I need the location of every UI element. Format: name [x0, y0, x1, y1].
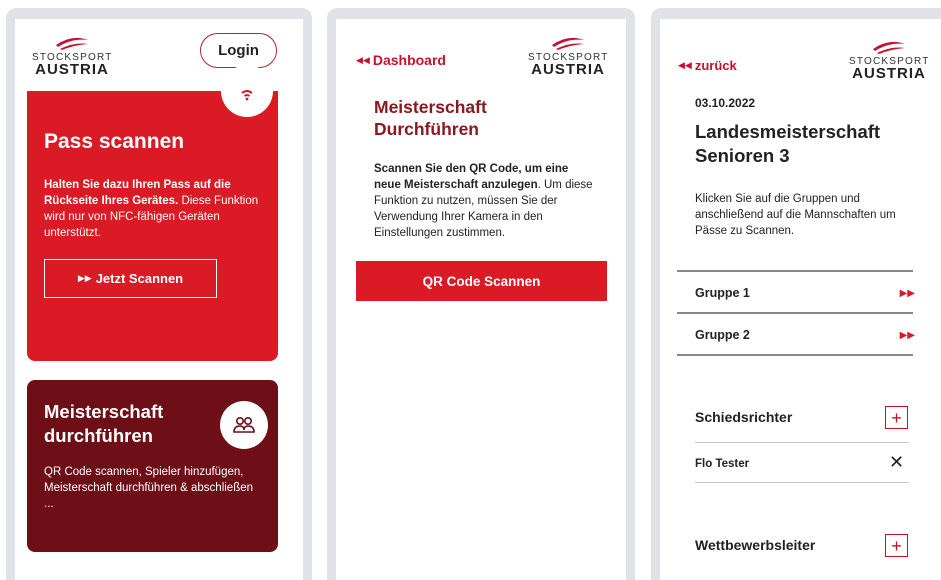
event-title: Landesmeisterschaft Senioren 3 [695, 120, 925, 168]
group-label: Gruppe 2 [695, 328, 750, 342]
group-row-1[interactable]: Gruppe 1 ▶▶ [695, 282, 915, 304]
meisterschaft-card-title-line2: durchführen [44, 425, 153, 446]
divider [677, 270, 913, 272]
plus-icon: + [891, 535, 902, 556]
instructions-text: Scannen Sie den QR Code, um eine neue Me… [374, 161, 596, 241]
event-title-line1: Landesmeisterschaft [695, 121, 881, 142]
back-to-dashboard-label: Dashboard [372, 52, 446, 68]
event-instructions: Klicken Sie auf die Gruppen und anschlie… [695, 193, 896, 237]
page-title: Meisterschaft Durchführen [374, 96, 574, 140]
meisterschaft-card-title-line1: Meisterschaft [44, 401, 164, 422]
logo-swoosh-icon [873, 41, 905, 54]
page-title-line2: Durchführen [374, 119, 479, 139]
double-arrow-icon: ▶▶ [899, 287, 915, 299]
plus-icon: + [891, 407, 902, 428]
login-button[interactable]: Login [200, 33, 277, 68]
pass-card-title: Pass scannen [44, 130, 185, 153]
stocksport-austria-logo: STOCKSPORT AUSTRIA [32, 36, 112, 78]
stocksport-austria-logo: STOCKSPORT AUSTRIA [849, 40, 929, 82]
divider [695, 442, 909, 443]
divider [695, 482, 909, 483]
referee-section-label: Schiedsrichter [695, 409, 793, 425]
event-date: 03.10.2022 [695, 96, 756, 110]
stocksport-austria-logo: STOCKSPORT AUSTRIA [528, 36, 608, 78]
divider [677, 312, 913, 314]
jetzt-scannen-label: Jetzt Scannen [95, 271, 184, 286]
meisterschaft-card-ellipsis: ... [44, 498, 54, 510]
nfc-icon [221, 65, 273, 117]
logo-text-bottom: AUSTRIA [35, 61, 109, 78]
add-competition-leader-button[interactable]: + [885, 534, 908, 557]
meisterschaft-card-text: QR Code scannen, Spieler hinzufügen, Mei… [44, 466, 254, 494]
jetzt-scannen-button[interactable]: ▶▶ Jetzt Scannen [44, 259, 217, 298]
group-row-2[interactable]: Gruppe 2 ▶▶ [695, 324, 915, 346]
remove-referee-icon[interactable]: ✕ [889, 452, 904, 473]
referee-name: Flo Tester [695, 458, 750, 470]
pass-scan-card[interactable]: Pass scannen Halten Sie dazu Ihren Pass … [27, 65, 278, 361]
meisterschaft-card-title: Meisterschaft durchführen [44, 400, 163, 448]
qr-code-scan-button[interactable]: QR Code Scannen [356, 261, 607, 301]
group-label: Gruppe 1 [695, 286, 750, 300]
event-title-line2: Senioren 3 [695, 145, 790, 166]
divider [677, 354, 913, 356]
add-referee-button[interactable]: + [885, 406, 908, 429]
logo-swoosh-icon [552, 37, 584, 50]
logo-text-bottom: AUSTRIA [531, 61, 605, 78]
logo-text-bottom: AUSTRIA [852, 65, 926, 82]
back-arrow-icon: ◀◀ [356, 54, 370, 65]
pass-card-text: Halten Sie dazu Ihren Pass auf die Rücks… [44, 177, 266, 241]
double-arrow-icon: ▶▶ [899, 329, 915, 341]
back-label: zurück [694, 58, 737, 73]
double-arrow-icon: ▶▶ [77, 273, 92, 283]
back-link[interactable]: ◀◀ zurück [678, 58, 737, 73]
back-to-dashboard-link[interactable]: ◀◀ Dashboard [356, 52, 446, 68]
competition-leader-section-label: Wettbewerbsleiter [695, 537, 816, 553]
people-icon [220, 401, 268, 449]
meisterschaft-card[interactable]: Meisterschaft durchführen QR Code scanne… [27, 380, 278, 552]
page-title-line1: Meisterschaft [374, 97, 487, 117]
back-arrow-icon: ◀◀ [678, 60, 692, 70]
logo-swoosh-icon [56, 37, 88, 50]
